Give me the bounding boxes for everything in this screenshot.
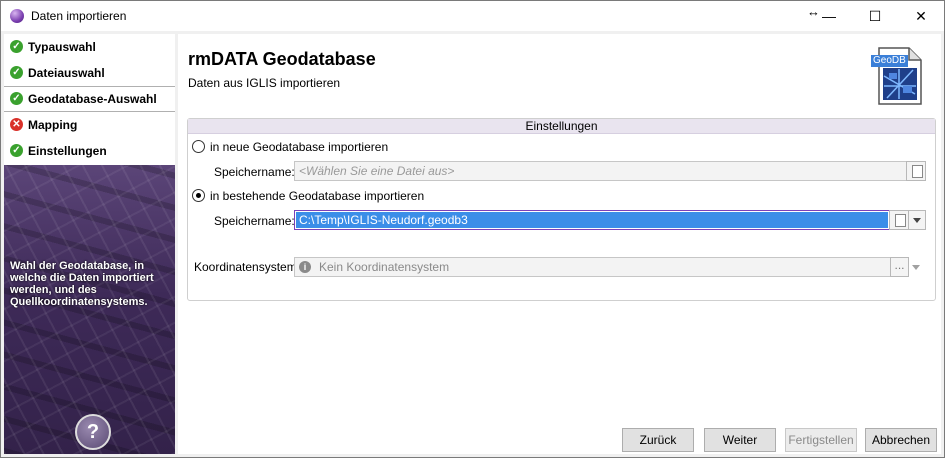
title-bar: Daten importieren ↔ — ☐ ✕ [1,1,944,31]
next-button[interactable]: Weiter [704,428,776,452]
browse-existing-button[interactable] [889,210,909,230]
radio-existing-geodatabase[interactable] [192,189,205,202]
finish-button: Fertigstellen [785,428,857,452]
page-title: rmDATA Geodatabase [188,49,376,69]
existing-dropdown-button[interactable] [908,210,926,230]
minimize-icon: — [822,8,836,24]
window-title: Daten importieren [31,9,127,23]
file-icon [895,214,906,227]
maximize-icon: ☐ [868,8,882,24]
option-new-label[interactable]: in neue Geodatabase importieren [210,140,388,154]
coord-system-browse-button[interactable]: ... [890,257,909,277]
coord-dropdown-arrow[interactable] [908,258,924,276]
sidebar-description: Wahl der Geodatabase, in welche die Date… [10,260,154,308]
browse-new-button[interactable] [906,161,926,181]
option-existing-label[interactable]: in bestehende Geodatabase importieren [210,189,424,203]
step-geodatabase-auswahl[interactable]: ✓ Geodatabase-Auswahl [4,86,175,112]
check-circle-icon: ✓ [10,40,23,53]
back-button[interactable]: Zurück [622,428,694,452]
new-save-placeholder: <Wählen Sie eine Datei aus> [299,164,455,178]
help-button[interactable]: ? [75,414,111,450]
maximize-button[interactable]: ☐ [852,1,898,31]
step-typauswahl[interactable]: ✓ Typauswahl [4,34,175,60]
save-name-label: Speichername: [214,214,295,228]
step-label: Typauswahl [28,40,96,54]
cancel-button[interactable]: Abbrechen [865,428,937,452]
wizard-sidebar: ✓ Typauswahl ✓ Dateiauswahl ✓ Geodatabas… [4,34,175,454]
step-label: Mapping [28,118,78,132]
new-save-name-field: <Wählen Sie eine Datei aus> [294,161,908,181]
app-icon [10,9,24,23]
step-dateiauswahl[interactable]: ✓ Dateiauswahl [4,60,175,86]
check-circle-icon: ✓ [10,66,23,79]
existing-save-value: C:\Temp\IGLIS-Neudorf.geodb3 [299,213,468,227]
minimize-button[interactable]: — [806,1,852,31]
coord-system-label: Koordinatensystem [194,260,297,274]
error-circle-icon: ✕ [10,118,23,131]
main-panel: rmDATA Geodatabase Daten aus IGLIS impor… [178,34,941,454]
geodb-icon-label: GeoDB [871,55,908,67]
step-mapping[interactable]: ✕ Mapping [4,112,175,138]
step-label: Geodatabase-Auswahl [28,92,157,106]
settings-group: Einstellungen in neue Geodatabase import… [187,118,936,301]
step-list: ✓ Typauswahl ✓ Dateiauswahl ✓ Geodatabas… [4,34,175,165]
close-button[interactable]: ✕ [898,1,944,31]
close-icon: ✕ [915,8,927,24]
existing-save-name-field[interactable]: C:\Temp\IGLIS-Neudorf.geodb3 [294,210,890,230]
step-label: Dateiauswahl [28,66,105,80]
coord-system-value: Kein Koordinatensystem [319,260,450,274]
coord-system-field: i Kein Koordinatensystem [294,257,892,277]
chevron-down-icon [909,211,925,229]
settings-group-title: Einstellungen [188,119,935,134]
info-icon: i [299,261,311,273]
step-einstellungen[interactable]: ✓ Einstellungen [4,138,175,164]
save-name-label: Speichername: [214,165,295,179]
check-circle-icon: ✓ [10,92,23,105]
ellipsis-icon: ... [894,258,905,272]
radio-new-geodatabase[interactable] [192,140,205,153]
step-label: Einstellungen [28,144,107,158]
file-icon [912,165,923,178]
page-subtitle: Daten aus IGLIS importieren [188,76,341,90]
import-dialog: Daten importieren ↔ — ☐ ✕ ✓ Typauswahl ✓… [0,0,945,458]
sidebar-map-image [4,165,175,454]
check-circle-icon: ✓ [10,144,23,157]
help-icon: ? [86,421,100,443]
